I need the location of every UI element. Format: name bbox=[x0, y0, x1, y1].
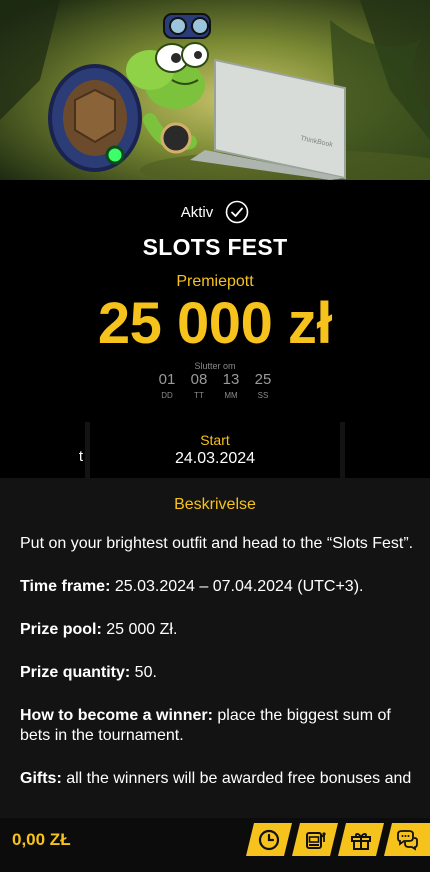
item-label: Gifts: bbox=[20, 770, 62, 787]
tournament-info-panel: Aktiv SLOTS FEST Premiepott 25 000 zł Sl… bbox=[0, 180, 430, 422]
hero-illustration: ThinkBook bbox=[0, 0, 430, 180]
tab-history[interactable] bbox=[246, 823, 292, 856]
tab-gifts[interactable] bbox=[338, 823, 384, 856]
item-label: How to become a winner: bbox=[20, 707, 213, 724]
chat-icon bbox=[397, 829, 418, 851]
description-item: Prize quantity: 50. bbox=[20, 663, 415, 683]
countdown-label: Slutter om bbox=[194, 361, 236, 371]
countdown-unit-label: TT bbox=[194, 391, 204, 400]
countdown-value: 25 bbox=[254, 371, 272, 388]
clock-icon bbox=[258, 829, 280, 850]
countdown-unit-label: SS bbox=[257, 391, 269, 400]
description-item: Time frame: 25.03.2024 – 07.04.2024 (UTC… bbox=[20, 577, 415, 597]
hero-banner: ThinkBook bbox=[0, 0, 430, 180]
date-card-start[interactable]: Start 24.03.2024 bbox=[90, 422, 340, 478]
description-item: Prize pool: 25 000 Zł. bbox=[20, 620, 415, 640]
start-label: Start bbox=[200, 432, 230, 448]
description-item: How to become a winner: place the bigges… bbox=[20, 706, 415, 746]
item-label: Prize quantity: bbox=[20, 664, 131, 681]
description-body: Put on your brightest outfit and head to… bbox=[20, 534, 415, 812]
date-card-previous[interactable]: t bbox=[0, 422, 85, 478]
bottom-tabs bbox=[246, 823, 430, 856]
countdown-minutes: 13 MM bbox=[218, 371, 244, 400]
countdown-unit-label: DD bbox=[161, 391, 173, 400]
countdown-seconds: 25 SS bbox=[250, 371, 276, 400]
slot-machine-icon bbox=[306, 831, 326, 849]
status-label: Aktiv bbox=[180, 203, 214, 221]
balance-value[interactable]: 0,00 ZŁ bbox=[12, 830, 71, 850]
check-circle-icon bbox=[225, 200, 249, 224]
item-label: Prize pool: bbox=[20, 621, 102, 638]
gift-icon bbox=[351, 832, 371, 850]
item-text: 25 000 Zł. bbox=[101, 621, 178, 638]
description-intro: Put on your brightest outfit and head to… bbox=[20, 535, 414, 552]
tournament-title: SLOTS FEST bbox=[142, 234, 288, 260]
date-card-partial-text: t bbox=[78, 448, 83, 465]
countdown-value: 01 bbox=[158, 371, 176, 388]
item-text: 50. bbox=[130, 664, 157, 681]
prize-pool-value: 25 000 zł bbox=[97, 291, 333, 356]
countdown-hours: 08 TT bbox=[186, 371, 212, 400]
start-date: 24.03.2024 bbox=[174, 450, 256, 467]
bottom-bar: 0,00 ZŁ bbox=[0, 818, 430, 872]
countdown-value: 08 bbox=[190, 371, 208, 388]
description-section: Beskrivelse Put on your brightest outfit… bbox=[0, 482, 430, 822]
countdown-unit-label: MM bbox=[224, 391, 238, 400]
date-carousel[interactable]: t Start 24.03.2024 bbox=[0, 422, 430, 482]
description-title: Beskrivelse bbox=[174, 496, 256, 513]
countdown-value: 13 bbox=[222, 371, 240, 388]
item-label: Time frame: bbox=[20, 578, 111, 595]
date-card-next[interactable] bbox=[345, 422, 430, 478]
countdown-days: 01 DD bbox=[154, 371, 180, 400]
tab-chat[interactable] bbox=[384, 823, 430, 856]
status-row: Aktiv bbox=[0, 200, 430, 224]
description-item: Gifts: all the winners will be awarded f… bbox=[20, 769, 415, 789]
prize-pool-label: Premiepott bbox=[176, 273, 254, 290]
countdown-timer: 01 DD 08 TT 13 MM 25 SS bbox=[0, 371, 430, 400]
item-text: 25.03.2024 – 07.04.2024 (UTC+3). bbox=[110, 578, 364, 595]
tab-slots[interactable] bbox=[292, 823, 338, 856]
item-text: all the winners will be awarded free bon… bbox=[61, 770, 412, 787]
